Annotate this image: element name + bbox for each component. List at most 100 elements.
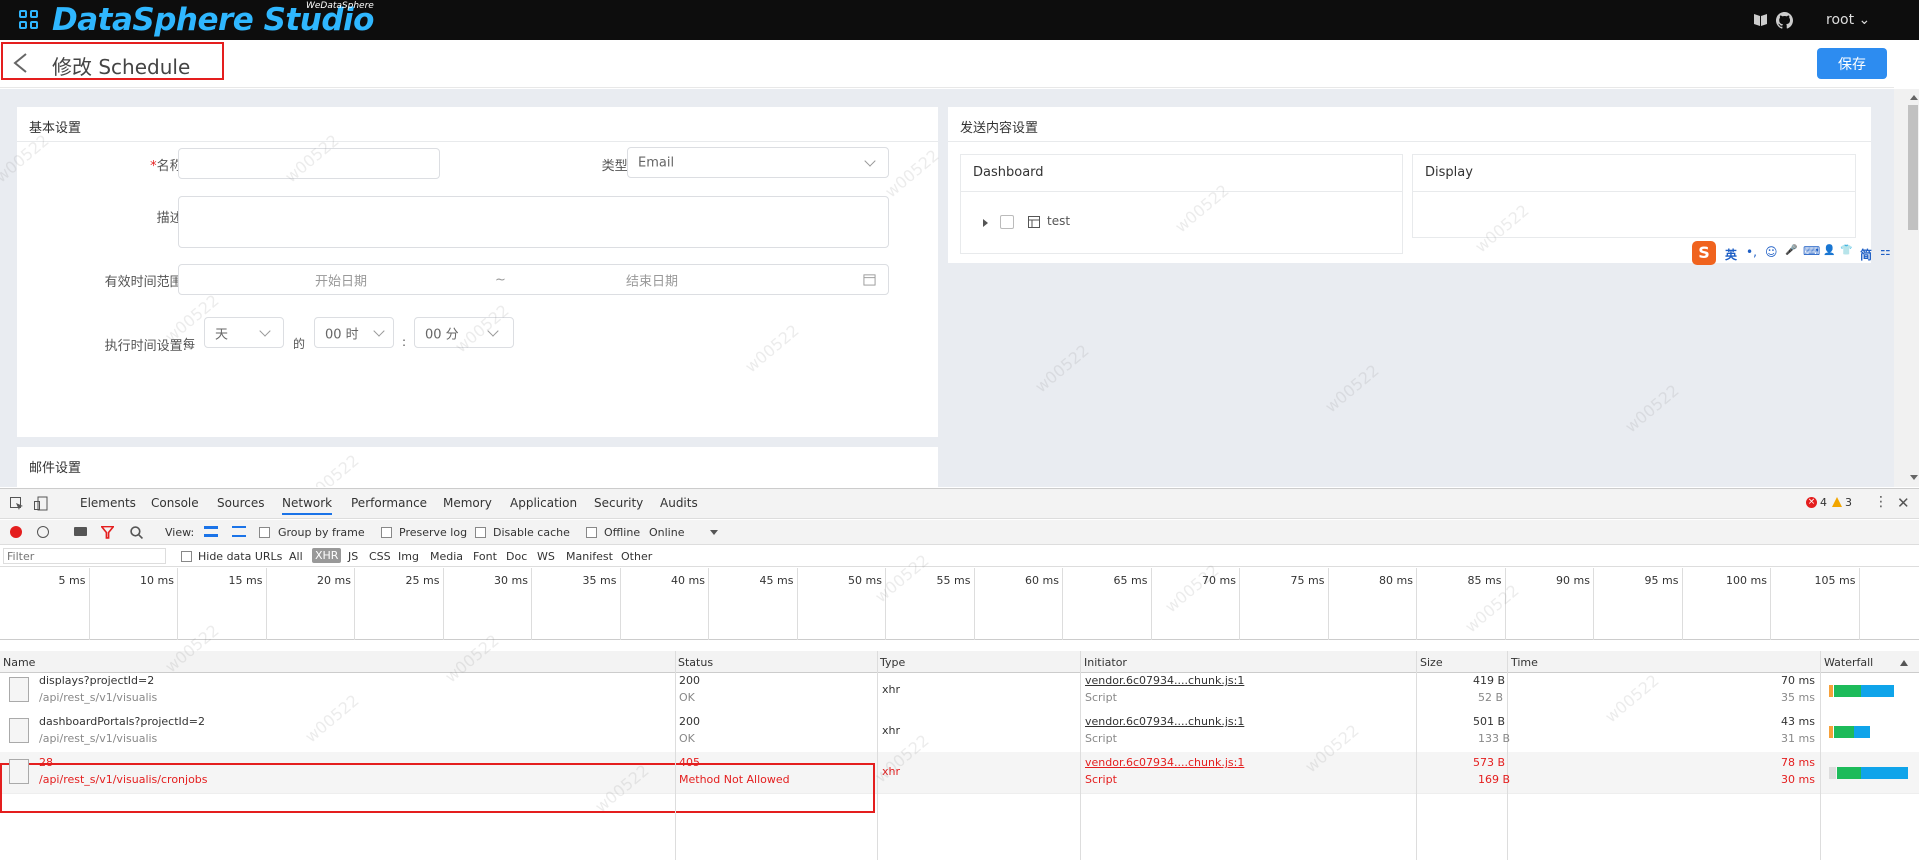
- filter-type-media[interactable]: Media: [430, 550, 463, 563]
- column-header-status[interactable]: Status: [678, 656, 713, 669]
- tab-network[interactable]: Network: [282, 496, 333, 515]
- waterfall-bar[interactable]: [1861, 685, 1894, 697]
- type-select[interactable]: Email: [627, 147, 889, 178]
- clear-icon[interactable]: [37, 526, 49, 538]
- save-button[interactable]: 保存: [1817, 48, 1887, 79]
- user-menu[interactable]: root ⌄: [1826, 12, 1870, 28]
- column-header-initiator[interactable]: Initiator: [1084, 656, 1127, 669]
- search-icon[interactable]: [130, 526, 143, 539]
- waterfall-bar[interactable]: [1854, 726, 1870, 738]
- throttling-select[interactable]: Online: [649, 526, 684, 539]
- filter-type-js[interactable]: JS: [348, 550, 358, 563]
- waterfall-bar[interactable]: [1829, 767, 1836, 779]
- tab-performance[interactable]: Performance: [351, 496, 427, 510]
- description-textarea[interactable]: [178, 196, 889, 248]
- waterfall-bar[interactable]: [1834, 726, 1854, 738]
- ime-emoji[interactable]: ☺: [1765, 245, 1778, 259]
- minute-select[interactable]: 00 分: [414, 317, 514, 348]
- sort-ascending-icon[interactable]: [1900, 660, 1908, 666]
- waterfall-bar[interactable]: [1829, 726, 1833, 738]
- ime-user[interactable]: 👤: [1823, 245, 1835, 256]
- filter-type-xhr[interactable]: XHR: [312, 548, 342, 563]
- column-divider[interactable]: [877, 651, 878, 860]
- tab-audits[interactable]: Audits: [660, 496, 698, 510]
- column-header-time[interactable]: Time: [1511, 656, 1538, 669]
- group-by-frame-checkbox[interactable]: [259, 527, 270, 538]
- waterfall-view-icon[interactable]: [232, 526, 246, 537]
- ime-voice[interactable]: 🎤: [1785, 245, 1797, 256]
- tab-elements[interactable]: Elements: [80, 496, 136, 510]
- column-divider[interactable]: [675, 651, 676, 860]
- list-view-icon[interactable]: [204, 526, 218, 537]
- column-header-waterfall[interactable]: Waterfall: [1824, 656, 1873, 669]
- overview-timeline[interactable]: 5 ms 10 ms 15 ms 20 ms 25 ms 30 ms 35 ms 40 ms 4…: [0, 568, 1919, 640]
- waterfall-bar[interactable]: [1829, 685, 1833, 697]
- tab-security[interactable]: Security: [594, 496, 643, 510]
- waterfall-bar[interactable]: [1837, 767, 1861, 779]
- column-divider[interactable]: [1507, 651, 1508, 860]
- filter-type-manifest[interactable]: Manifest: [566, 550, 613, 563]
- filter-type-font[interactable]: Font: [473, 550, 497, 563]
- filter-type-ws[interactable]: WS: [537, 550, 555, 563]
- device-toolbar-icon[interactable]: [34, 496, 48, 511]
- disable-cache-checkbox[interactable]: [475, 527, 486, 538]
- filter-type-css[interactable]: CSS: [369, 550, 391, 563]
- date-range-picker[interactable]: 开始日期 ~ 结束日期: [178, 264, 889, 295]
- ime-lang[interactable]: 英: [1725, 246, 1737, 263]
- filter-type-img[interactable]: Img: [398, 550, 419, 563]
- github-icon[interactable]: [1776, 12, 1793, 29]
- ime-punct[interactable]: •,: [1746, 245, 1757, 259]
- screenshot-icon[interactable]: [74, 527, 87, 536]
- filter-type-doc[interactable]: Doc: [506, 550, 527, 563]
- preserve-log-checkbox[interactable]: [381, 527, 392, 538]
- request-initiator[interactable]: vendor.6c07934....chunk.js:1: [1085, 756, 1244, 769]
- disable-cache-label[interactable]: Disable cache: [493, 526, 570, 539]
- column-divider[interactable]: [1820, 651, 1821, 860]
- offline-checkbox[interactable]: [586, 527, 597, 538]
- ime-skin[interactable]: 👕: [1840, 245, 1852, 256]
- type-label: 类型:: [601, 159, 632, 174]
- close-icon[interactable]: ✕: [1897, 494, 1910, 512]
- tab-application[interactable]: Application: [510, 496, 577, 510]
- tree-checkbox[interactable]: [1000, 215, 1014, 229]
- book-icon[interactable]: [1753, 13, 1768, 27]
- ime-keyboard[interactable]: ⌨: [1803, 244, 1820, 258]
- offline-label[interactable]: Offline: [604, 526, 640, 539]
- sogou-logo[interactable]: S: [1692, 241, 1716, 265]
- column-divider[interactable]: [1080, 651, 1081, 860]
- request-initiator[interactable]: vendor.6c07934....chunk.js:1: [1085, 715, 1244, 728]
- more-options-icon[interactable]: ⋮: [1874, 494, 1888, 510]
- tab-sources[interactable]: Sources: [217, 496, 264, 510]
- ime-menu[interactable]: ⚏: [1880, 244, 1891, 258]
- tab-memory[interactable]: Memory: [443, 496, 492, 510]
- caret-right-icon[interactable]: [983, 219, 988, 227]
- caret-down-icon[interactable]: [710, 530, 718, 535]
- inspect-icon[interactable]: [10, 497, 24, 511]
- hour-select[interactable]: 00 时: [314, 317, 394, 348]
- preserve-log-label[interactable]: Preserve log: [399, 526, 467, 539]
- tree-item-label[interactable]: test: [1047, 214, 1070, 228]
- error-icon[interactable]: ×: [1806, 497, 1817, 508]
- column-divider[interactable]: [1416, 651, 1417, 860]
- filter-icon[interactable]: [101, 526, 114, 539]
- record-icon[interactable]: [10, 526, 22, 538]
- filter-type-other[interactable]: Other: [621, 550, 652, 563]
- period-unit-select[interactable]: 天: [204, 317, 284, 348]
- group-by-frame-label[interactable]: Group by frame: [278, 526, 365, 539]
- app-grid-icon[interactable]: [19, 10, 39, 30]
- page-scrollbar[interactable]: [1894, 89, 1919, 487]
- column-header-size[interactable]: Size: [1420, 656, 1443, 669]
- warning-icon[interactable]: [1832, 497, 1842, 507]
- request-initiator[interactable]: vendor.6c07934....chunk.js:1: [1085, 674, 1244, 687]
- column-header-name[interactable]: Name: [3, 656, 35, 669]
- name-input[interactable]: [178, 148, 440, 179]
- filter-type-all[interactable]: All: [289, 550, 303, 563]
- waterfall-bar[interactable]: [1834, 685, 1861, 697]
- filter-input[interactable]: [3, 548, 166, 564]
- column-header-type[interactable]: Type: [880, 656, 905, 669]
- waterfall-bar[interactable]: [1861, 767, 1908, 779]
- tab-console[interactable]: Console: [151, 496, 199, 510]
- ime-simplified[interactable]: 简: [1860, 246, 1872, 263]
- hide-data-urls-label[interactable]: Hide data URLs: [198, 550, 282, 563]
- hide-data-urls-checkbox[interactable]: [181, 551, 192, 562]
